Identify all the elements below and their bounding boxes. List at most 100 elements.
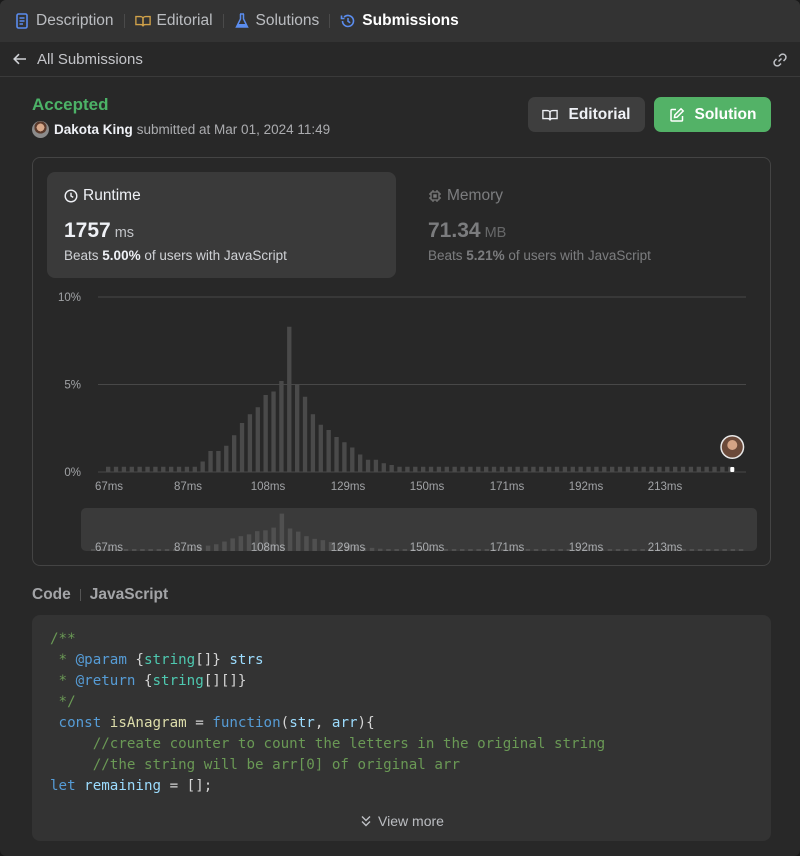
chart-bar[interactable] <box>523 466 528 472</box>
chart-bar[interactable] <box>302 396 308 472</box>
chart-bar[interactable] <box>531 466 536 472</box>
chart-bar[interactable] <box>342 442 347 472</box>
chart-bar[interactable] <box>113 466 119 472</box>
chart-bar[interactable] <box>263 395 268 472</box>
chart-bar[interactable] <box>602 466 607 472</box>
chart-bar[interactable] <box>176 466 182 472</box>
chart-bar[interactable] <box>484 466 489 472</box>
chart-bar[interactable] <box>428 466 434 472</box>
chart-bar[interactable] <box>255 407 260 472</box>
chart-bar[interactable] <box>625 466 631 472</box>
chart-bar[interactable] <box>279 381 284 472</box>
chart-bar[interactable] <box>161 466 166 472</box>
avatar-face <box>727 440 738 450</box>
user-result-bar[interactable] <box>730 467 735 472</box>
chart-bar[interactable] <box>153 466 158 472</box>
chart-bar[interactable] <box>594 466 599 472</box>
chart-bar[interactable] <box>720 466 725 472</box>
navigator-tick-label: 171ms <box>490 542 525 554</box>
chart-bar[interactable] <box>570 466 575 472</box>
chart-bar[interactable] <box>169 466 174 472</box>
chart-bar[interactable] <box>452 466 457 472</box>
chart-bar[interactable] <box>468 466 473 472</box>
chart-bar[interactable] <box>688 466 694 472</box>
chart-bar[interactable] <box>271 391 276 473</box>
tab-submissions[interactable]: Submissions <box>340 0 459 42</box>
chart-bar[interactable] <box>610 466 615 472</box>
chart-bar[interactable] <box>224 445 229 472</box>
chart-bar[interactable] <box>413 466 418 472</box>
chart-bar[interactable] <box>365 459 371 472</box>
chart-bar[interactable] <box>696 466 701 472</box>
chart-bar[interactable] <box>515 466 520 472</box>
link-icon[interactable] <box>771 51 789 69</box>
chart-bar[interactable] <box>704 466 709 472</box>
navigator-bar <box>378 548 383 551</box>
chart-bar[interactable] <box>318 424 323 472</box>
chart-bar[interactable] <box>649 466 654 472</box>
history-icon <box>340 13 356 29</box>
chart-bar[interactable] <box>633 466 638 472</box>
chart-bar[interactable] <box>547 466 552 472</box>
code-block[interactable]: /** * @param {string[]} strs * @return {… <box>32 615 771 841</box>
chart-bar[interactable] <box>476 466 481 472</box>
chart-bar[interactable] <box>200 461 205 473</box>
chart-bar[interactable] <box>539 466 544 472</box>
tab-solutions[interactable]: Solutions <box>234 0 319 42</box>
chart-bar[interactable] <box>381 463 386 472</box>
chart-bar[interactable] <box>499 466 505 472</box>
chart-bar[interactable] <box>326 430 331 472</box>
chart-bar[interactable] <box>444 466 449 472</box>
chart-bar[interactable] <box>350 447 355 473</box>
solution-button[interactable]: Solution <box>654 97 771 132</box>
chart-bar[interactable] <box>373 459 379 472</box>
chart-bar[interactable] <box>586 466 591 472</box>
chart-bar[interactable] <box>712 466 717 472</box>
chart-bar[interactable] <box>460 466 465 472</box>
all-submissions-link[interactable]: All Submissions <box>37 51 143 68</box>
chart-bar[interactable] <box>239 423 245 472</box>
chart-bar[interactable] <box>358 454 363 473</box>
chart-bar[interactable] <box>578 466 583 472</box>
chart-bar[interactable] <box>421 466 426 472</box>
chart-bar[interactable] <box>641 466 646 472</box>
chart-bar[interactable] <box>216 451 221 472</box>
chart-bar[interactable] <box>405 466 410 472</box>
tab-description[interactable]: Description <box>14 0 114 42</box>
chart-bar[interactable] <box>310 414 316 472</box>
chart-bar[interactable] <box>554 466 560 472</box>
chart-bar[interactable] <box>334 437 339 472</box>
chart-bar[interactable] <box>137 466 142 472</box>
tab-editorial[interactable]: Editorial <box>134 0 213 42</box>
chart-bar[interactable] <box>295 384 300 473</box>
chart-bar[interactable] <box>397 466 402 472</box>
chart-bar[interactable] <box>436 466 442 472</box>
chart-bar[interactable] <box>247 414 253 472</box>
chart-bar[interactable] <box>657 466 662 472</box>
tab-divider <box>222 14 224 28</box>
chart-bar[interactable] <box>680 466 686 472</box>
chart-bar[interactable] <box>121 466 127 472</box>
view-more-button[interactable]: View more <box>32 813 771 829</box>
chart-bar[interactable] <box>184 466 190 472</box>
chart-bar[interactable] <box>507 466 512 472</box>
submitter-name[interactable]: Dakota King <box>54 122 133 137</box>
arrow-left-icon[interactable] <box>12 51 28 67</box>
chart-bar[interactable] <box>145 466 150 472</box>
chart-bar[interactable] <box>287 326 292 472</box>
chart-bar[interactable] <box>232 435 237 472</box>
chart-bar[interactable] <box>192 466 197 472</box>
chart-bar[interactable] <box>562 466 568 472</box>
editorial-button[interactable]: Editorial <box>528 97 645 132</box>
avatar[interactable] <box>32 121 49 138</box>
chart-bar[interactable] <box>617 466 623 472</box>
chart-bar[interactable] <box>491 466 497 472</box>
submitted-time: submitted at Mar 01, 2024 11:49 <box>136 122 331 137</box>
chart-bar[interactable] <box>106 466 111 472</box>
chart-bar[interactable] <box>673 466 678 472</box>
chart-bar[interactable] <box>129 466 134 472</box>
chart-bar[interactable] <box>208 451 213 472</box>
chart-bar[interactable] <box>665 466 670 472</box>
chart-bar[interactable] <box>389 465 394 472</box>
runtime-distribution-chart[interactable]: 10% 5% 0% 67ms 87ms 108ms 129ms 150ms 171ms 192ms… <box>33 158 770 565</box>
